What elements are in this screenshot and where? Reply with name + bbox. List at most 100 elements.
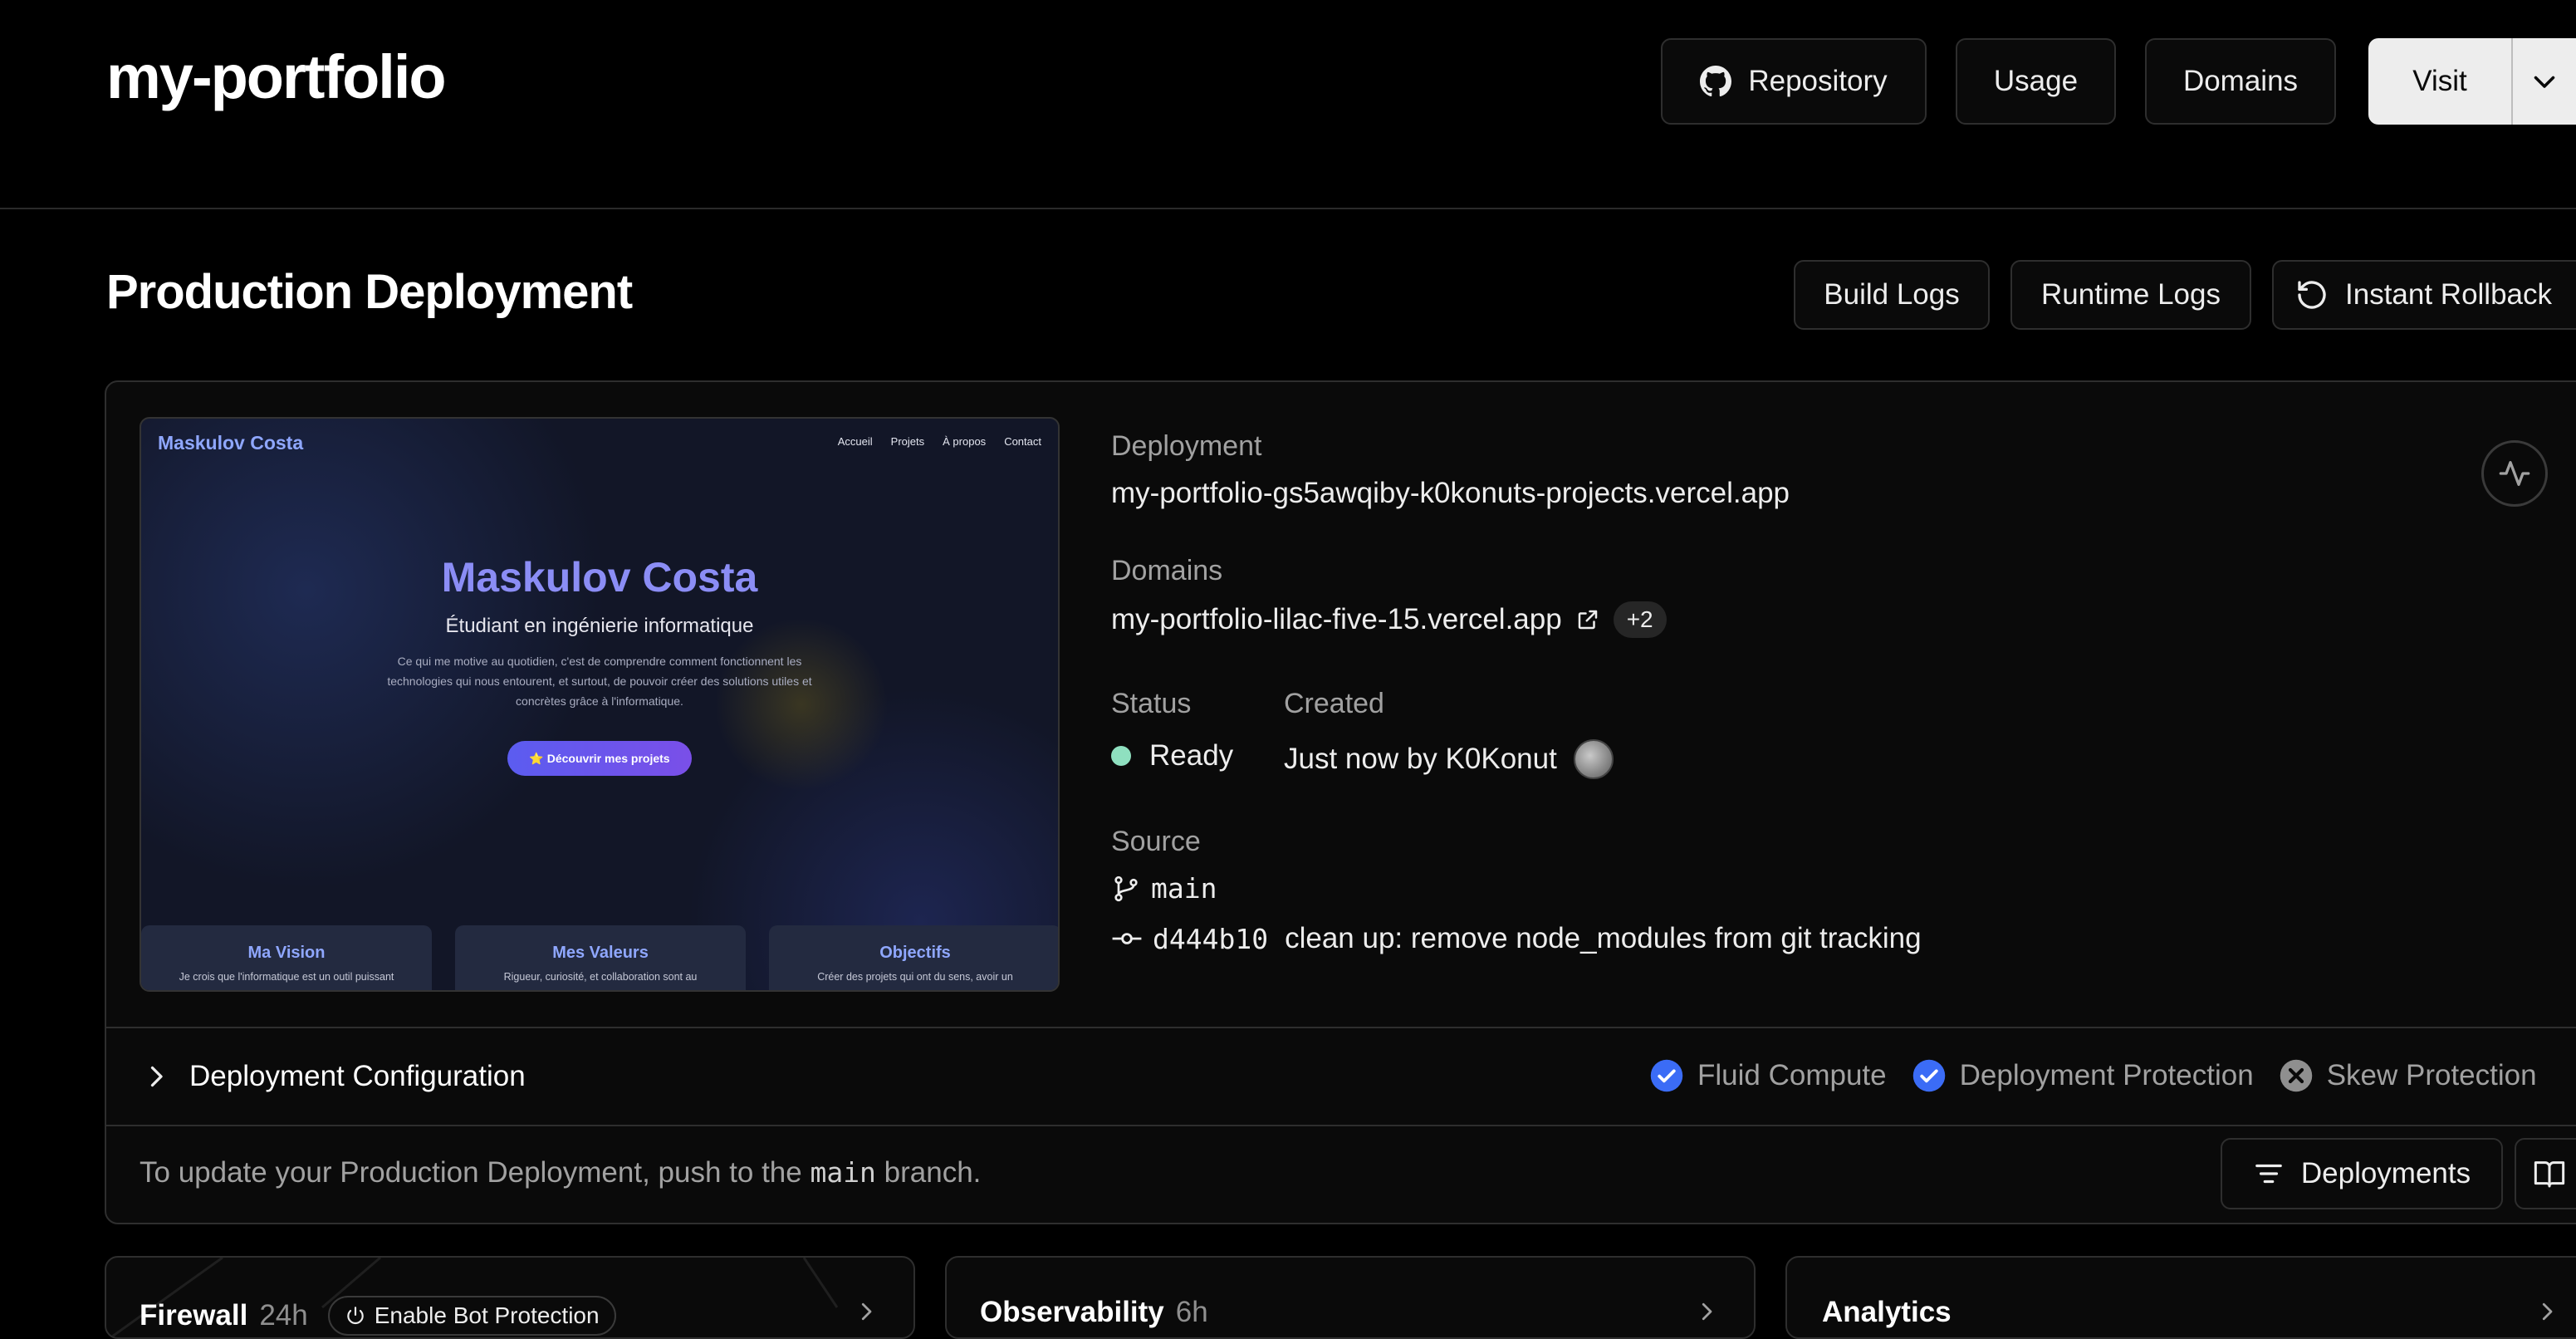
check-circle-icon [1649,1058,1684,1093]
instant-rollback-button[interactable]: Instant Rollback [2272,260,2576,330]
preview-card: Ma Vision Je crois que l'informatique es… [141,925,432,990]
branch-row[interactable]: main [1111,872,1217,905]
activity-icon[interactable] [2481,440,2548,507]
preview-card-text: Rigueur, curiosité, et collaboration son… [503,971,698,983]
status-label: Status [1111,688,1192,719]
top-header: my-portfolio Repository Usage Domains Vi… [0,0,2576,209]
update-hint: To update your Production Deployment, pu… [140,1156,981,1189]
external-link-icon[interactable] [1575,607,1600,632]
preview-card-title: Ma Vision [247,944,326,962]
firewall-title: Firewall [140,1299,248,1332]
preview-card-title: Mes Valeurs [552,944,649,962]
firewall-period: 24h [259,1299,308,1332]
domains-extra-badge[interactable]: +2 [1613,601,1667,638]
observability-title: Observability [980,1296,1164,1328]
docs-button[interactable] [2515,1138,2576,1209]
update-hint-prefix: To update your Production Deployment, pu… [140,1156,811,1189]
x-circle-icon [2279,1058,2314,1093]
visit-label: Visit [2412,65,2467,97]
domain-link[interactable]: my-portfolio-lilac-five-15.vercel.app [1111,603,1562,636]
power-icon [345,1305,366,1327]
chevron-right-icon [1694,1299,1719,1324]
status-dot [1111,746,1131,766]
commit-row[interactable]: d444b10 clean up: remove node_modules fr… [1111,922,1922,955]
bot-protection-label: Enable Bot Protection [374,1302,600,1328]
config-features: Fluid Compute Deployment Protection Skew… [1649,1058,2537,1093]
visit-dropdown-button[interactable] [2513,38,2576,125]
created-label: Created [1284,688,1384,719]
avatar[interactable] [1573,739,1614,779]
created-value: Just now by K0Konut [1284,743,1557,775]
deployments-label: Deployments [2300,1157,2471,1189]
deployment-preview[interactable]: Maskulov Costa Accueil Projets À propos … [140,417,1060,992]
observability-card[interactable]: Observability 6h [945,1256,1756,1339]
commit-message: clean up: remove node_modules from git t… [1285,922,1922,954]
observability-period: 6h [1175,1296,1208,1328]
domains-button[interactable]: Domains [2145,38,2336,125]
chevron-right-icon [141,1062,171,1091]
usage-label: Usage [1993,65,2079,97]
domains-label: Domains [2182,65,2299,97]
domain-row: my-portfolio-lilac-five-15.vercel.app +2 [1111,601,1667,638]
enable-bot-protection-button[interactable]: Enable Bot Protection [327,1296,616,1336]
visit-button-group: Visit [2368,38,2576,125]
feature-deployment-protection: Deployment Protection [1912,1058,2254,1093]
preview-hero-text-line: technologies qui nous entourent, et surt… [387,674,812,688]
project-title: my-portfolio [106,42,447,111]
git-commit-icon [1111,923,1143,954]
preview-nav-item: Projets [890,435,925,448]
github-icon [1700,66,1732,97]
commit-sha: d444b10 [1153,922,1269,955]
runtime-logs-label: Runtime Logs [2041,278,2221,311]
usage-button[interactable]: Usage [1956,38,2116,125]
status-value: Ready [1149,739,1234,772]
build-logs-button[interactable]: Build Logs [1794,260,1990,330]
feature-label: Skew Protection [2326,1059,2537,1091]
preview-brand: Maskulov Costa [158,432,304,454]
check-circle-icon [1912,1058,1947,1093]
repository-button[interactable]: Repository [1661,38,1927,125]
feature-label: Deployment Protection [1959,1059,2254,1091]
preview-nav-item: Accueil [837,435,873,448]
preview-hero-title: Maskulov Costa [441,554,758,601]
preview-hero-text: Ce qui me motive au quotidien, c'est de … [141,651,1058,711]
firewall-card[interactable]: Firewall 24h Enable Bot Protection [105,1256,915,1339]
analytics-card[interactable]: Analytics [1785,1256,2576,1339]
production-title: Production Deployment [106,265,633,319]
visit-button[interactable]: Visit [2368,38,2513,125]
runtime-logs-button[interactable]: Runtime Logs [2010,260,2251,330]
observability-header: Observability 6h [980,1296,1208,1329]
preview-card-title: Objectifs [879,944,951,962]
chevron-right-icon [854,1299,879,1324]
preview-card: Objectifs Créer des projets qui ont du s… [769,925,1058,990]
chevron-down-icon [2529,66,2559,96]
preview-nav-item: Contact [1004,435,1041,448]
preview-hero-subtitle: Étudiant en ingénierie informatique [445,615,754,637]
rollback-label: Instant Rollback [2345,278,2553,311]
configuration-title: Deployment Configuration [189,1060,526,1092]
preview-nav-item: À propos [943,435,987,448]
status-value-row: Ready [1111,739,1233,772]
preview-card-text: Créer des projets qui ont du sens, avoir… [817,971,1013,983]
firewall-header: Firewall 24h Enable Bot Protection [140,1296,616,1336]
chevron-right-icon [2534,1299,2559,1324]
filter-icon [2253,1158,2285,1189]
deployment-configuration-row[interactable]: Deployment Configuration Fluid Compute D… [106,1027,2576,1126]
feature-skew-protection: Skew Protection [2279,1058,2537,1093]
rollback-icon [2295,278,2329,311]
deployment-url[interactable]: my-portfolio-gs5awqiby-k0konuts-projects… [1111,477,1790,510]
domains-section-label: Domains [1111,555,1223,586]
deployment-label: Deployment [1111,430,1262,462]
deployments-button[interactable]: Deployments [2221,1138,2503,1209]
created-value-row: Just now by K0Konut [1284,739,1614,779]
analytics-title: Analytics [1822,1296,1952,1328]
repository-label: Repository [1748,65,1888,97]
preview-cta-button: ⭐ Découvrir mes projets [507,741,692,776]
feature-label: Fluid Compute [1697,1059,1887,1091]
preview-card-text: Je crois que l'informatique est un outil… [179,971,394,983]
git-branch-icon [1111,874,1141,904]
deployment-card: Maskulov Costa Accueil Projets À propos … [105,380,2576,1224]
update-hint-branch: main [810,1156,876,1189]
feature-fluid-compute: Fluid Compute [1649,1058,1887,1093]
preview-card: Mes Valeurs Rigueur, curiosité, et colla… [455,925,746,990]
